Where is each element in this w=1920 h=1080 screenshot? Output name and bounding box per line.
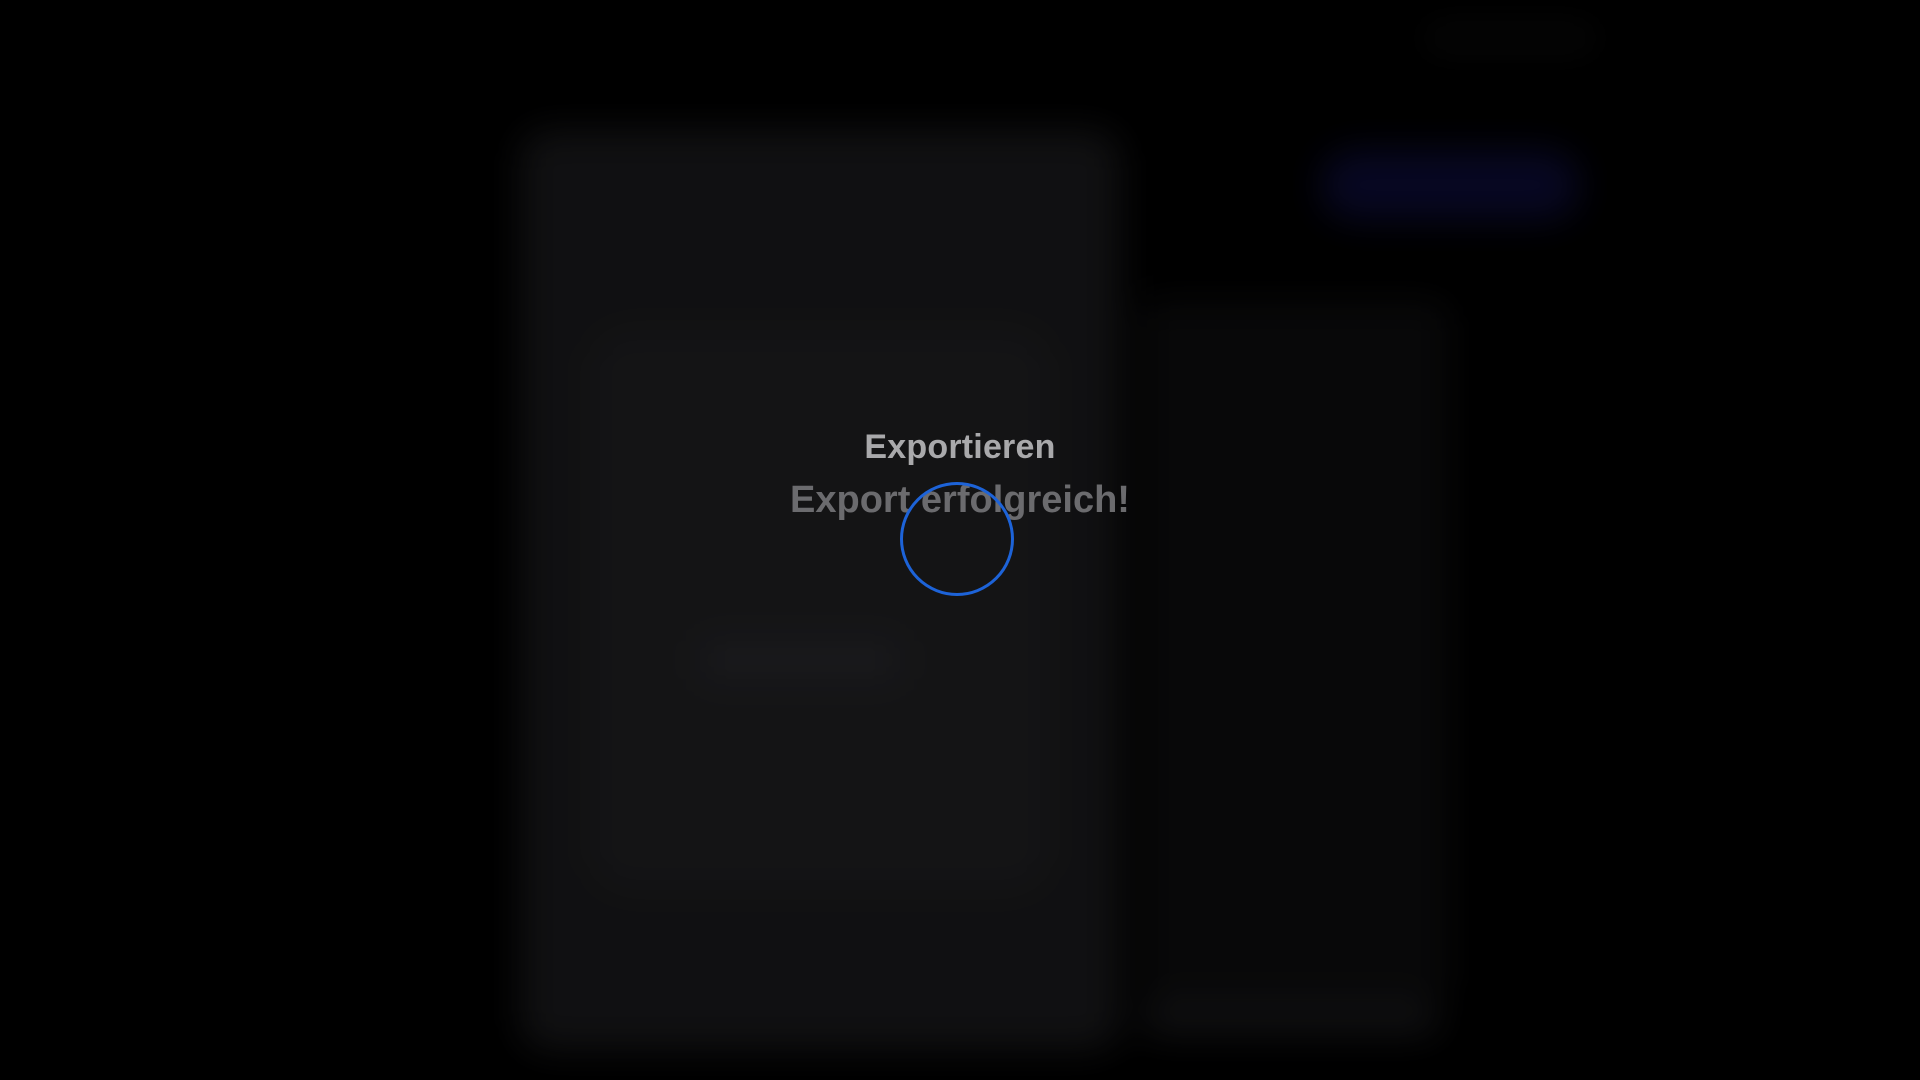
circle-progress-icon (900, 482, 1014, 596)
export-title: Exportieren (864, 428, 1056, 466)
export-progress-hud: Exportieren Export erfolgreich! (0, 0, 1920, 1080)
screen: Exportieren Export erfolgreich! (0, 0, 1920, 1080)
